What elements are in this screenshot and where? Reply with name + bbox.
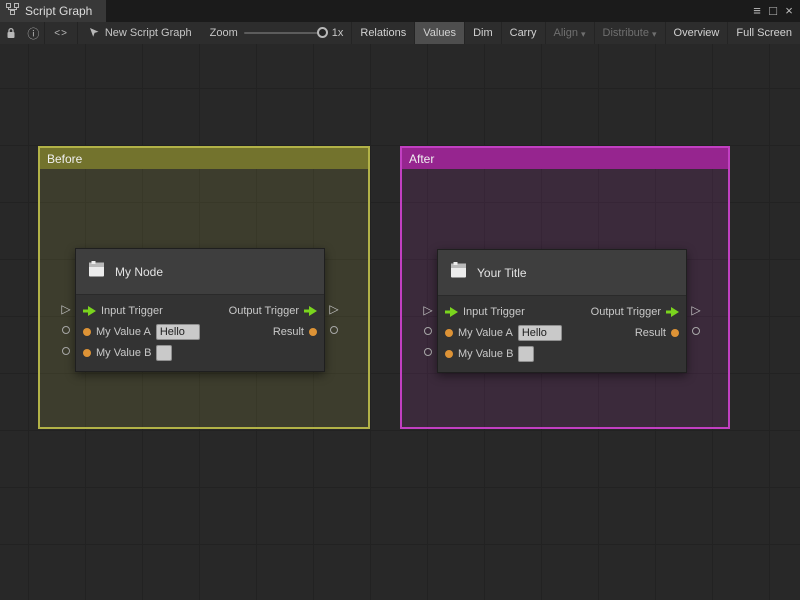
trigger-ext-port[interactable]: ▷	[423, 304, 432, 316]
value-a-row: My Value A Result	[438, 322, 686, 343]
value-out-port[interactable]	[309, 328, 317, 336]
trigger-in-port[interactable]	[83, 306, 96, 316]
close-icon[interactable]: ×	[781, 0, 797, 22]
distribute-label: Distribute	[603, 27, 649, 39]
trigger-in-port[interactable]	[445, 307, 458, 317]
port-label: Result	[635, 327, 666, 339]
value-b-input[interactable]	[518, 346, 534, 362]
edit-source-button[interactable]: <>	[45, 22, 77, 44]
value-a-input[interactable]	[156, 324, 200, 340]
port-label: Result	[273, 326, 304, 338]
chevron-down-icon: ▾	[652, 29, 657, 40]
trigger-row: Input Trigger Output Trigger	[438, 301, 686, 322]
fullscreen-button[interactable]: Full Screen	[727, 22, 800, 44]
chevron-down-icon: ▾	[581, 29, 586, 40]
trigger-ext-port[interactable]: ▷	[61, 303, 70, 315]
graph-canvas[interactable]: Before After ▷	[0, 44, 800, 600]
zoom-slider-handle[interactable]	[317, 27, 328, 38]
value-b-row: My Value B	[76, 342, 324, 363]
value-ext-port[interactable]	[62, 347, 70, 355]
node-icon	[449, 261, 468, 285]
node-icon	[87, 260, 106, 284]
port-label: My Value B	[96, 347, 151, 359]
value-in-port[interactable]	[83, 349, 91, 357]
align-label: Align	[554, 27, 578, 39]
external-output-ports: ▷	[687, 249, 705, 373]
script-graph-window: Script Graph ≡ □ × ⓘ <>	[0, 0, 800, 600]
value-ext-port[interactable]	[692, 327, 700, 335]
value-b-row: My Value B	[438, 343, 686, 364]
node-title: Your Title	[477, 266, 527, 280]
port-label: Output Trigger	[591, 306, 661, 318]
graph-name-button[interactable]: New Script Graph	[78, 26, 202, 41]
dim-button[interactable]: Dim	[464, 22, 501, 44]
trigger-ext-port[interactable]: ▷	[329, 303, 338, 315]
node-header[interactable]: My Node	[76, 249, 324, 295]
value-ext-port[interactable]	[424, 327, 432, 335]
value-ext-port[interactable]	[424, 348, 432, 356]
relations-button[interactable]: Relations	[351, 22, 414, 44]
value-in-port[interactable]	[445, 350, 453, 358]
graph-tab-icon	[6, 2, 19, 20]
group-title: Before	[47, 152, 82, 166]
port-label: Input Trigger	[463, 306, 525, 318]
align-button[interactable]: Align ▾	[545, 22, 594, 44]
node-your-title: ▷ Your Title	[419, 249, 705, 373]
value-in-port[interactable]	[445, 329, 453, 337]
graph-name-label: New Script Graph	[105, 27, 192, 39]
port-label: My Value A	[458, 327, 513, 339]
tab-title: Script Graph	[25, 4, 92, 18]
overview-button[interactable]: Overview	[665, 22, 728, 44]
group-after-header[interactable]: After	[402, 148, 728, 169]
tab-bar: Script Graph ≡ □ ×	[0, 0, 800, 22]
graph-toolbar: ⓘ <> New Script Graph Zoom 1x Relations …	[0, 22, 800, 45]
value-b-input[interactable]	[156, 345, 172, 361]
trigger-row: Input Trigger Output Trigger	[76, 300, 324, 321]
zoom-slider[interactable]	[244, 32, 326, 34]
zoom-label: Zoom	[210, 27, 238, 39]
node-my-node: ▷ My Node	[57, 248, 343, 372]
value-ext-port[interactable]	[62, 326, 70, 334]
value-a-row: My Value A Result	[76, 321, 324, 342]
lock-icon	[5, 27, 17, 39]
info-icon: ⓘ	[27, 25, 39, 42]
trigger-out-port[interactable]	[666, 307, 679, 317]
window-controls: ≡ □ ×	[749, 0, 800, 22]
trigger-out-port[interactable]	[304, 306, 317, 316]
node-header[interactable]: Your Title	[438, 250, 686, 296]
code-icon: <>	[54, 28, 68, 39]
node-body: Input Trigger Output Trigger My Valu	[438, 296, 686, 372]
graph-pointer-icon	[88, 26, 100, 41]
info-button[interactable]: ⓘ	[22, 22, 44, 44]
port-label: My Value B	[458, 348, 513, 360]
carry-button[interactable]: Carry	[501, 22, 545, 44]
node-body: Input Trigger Output Trigger My Valu	[76, 295, 324, 371]
node-title: My Node	[115, 265, 163, 279]
tab-script-graph[interactable]: Script Graph	[0, 0, 106, 22]
value-out-port[interactable]	[671, 329, 679, 337]
node[interactable]: My Node Input Trigger Output Trigger	[75, 248, 325, 372]
menu-icon[interactable]: ≡	[749, 0, 765, 22]
group-before-header[interactable]: Before	[40, 148, 368, 169]
value-ext-port[interactable]	[330, 326, 338, 334]
value-a-input[interactable]	[518, 325, 562, 341]
zoom-value: 1x	[332, 27, 344, 39]
zoom-control: Zoom 1x	[202, 27, 352, 39]
group-title: After	[409, 152, 434, 166]
maximize-icon[interactable]: □	[765, 0, 781, 22]
port-label: My Value A	[96, 326, 151, 338]
distribute-button[interactable]: Distribute ▾	[594, 22, 665, 44]
external-output-ports: ▷	[325, 248, 343, 372]
values-button[interactable]: Values	[414, 22, 464, 44]
value-in-port[interactable]	[83, 328, 91, 336]
port-label: Input Trigger	[101, 305, 163, 317]
lock-button[interactable]	[0, 22, 22, 44]
trigger-ext-port[interactable]: ▷	[691, 304, 700, 316]
toolbar-buttons: Relations Values Dim Carry Align ▾ Distr…	[351, 22, 800, 44]
node[interactable]: Your Title Input Trigger Output Trigger	[437, 249, 687, 373]
external-input-ports: ▷	[419, 249, 437, 373]
port-label: Output Trigger	[229, 305, 299, 317]
external-input-ports: ▷	[57, 248, 75, 372]
